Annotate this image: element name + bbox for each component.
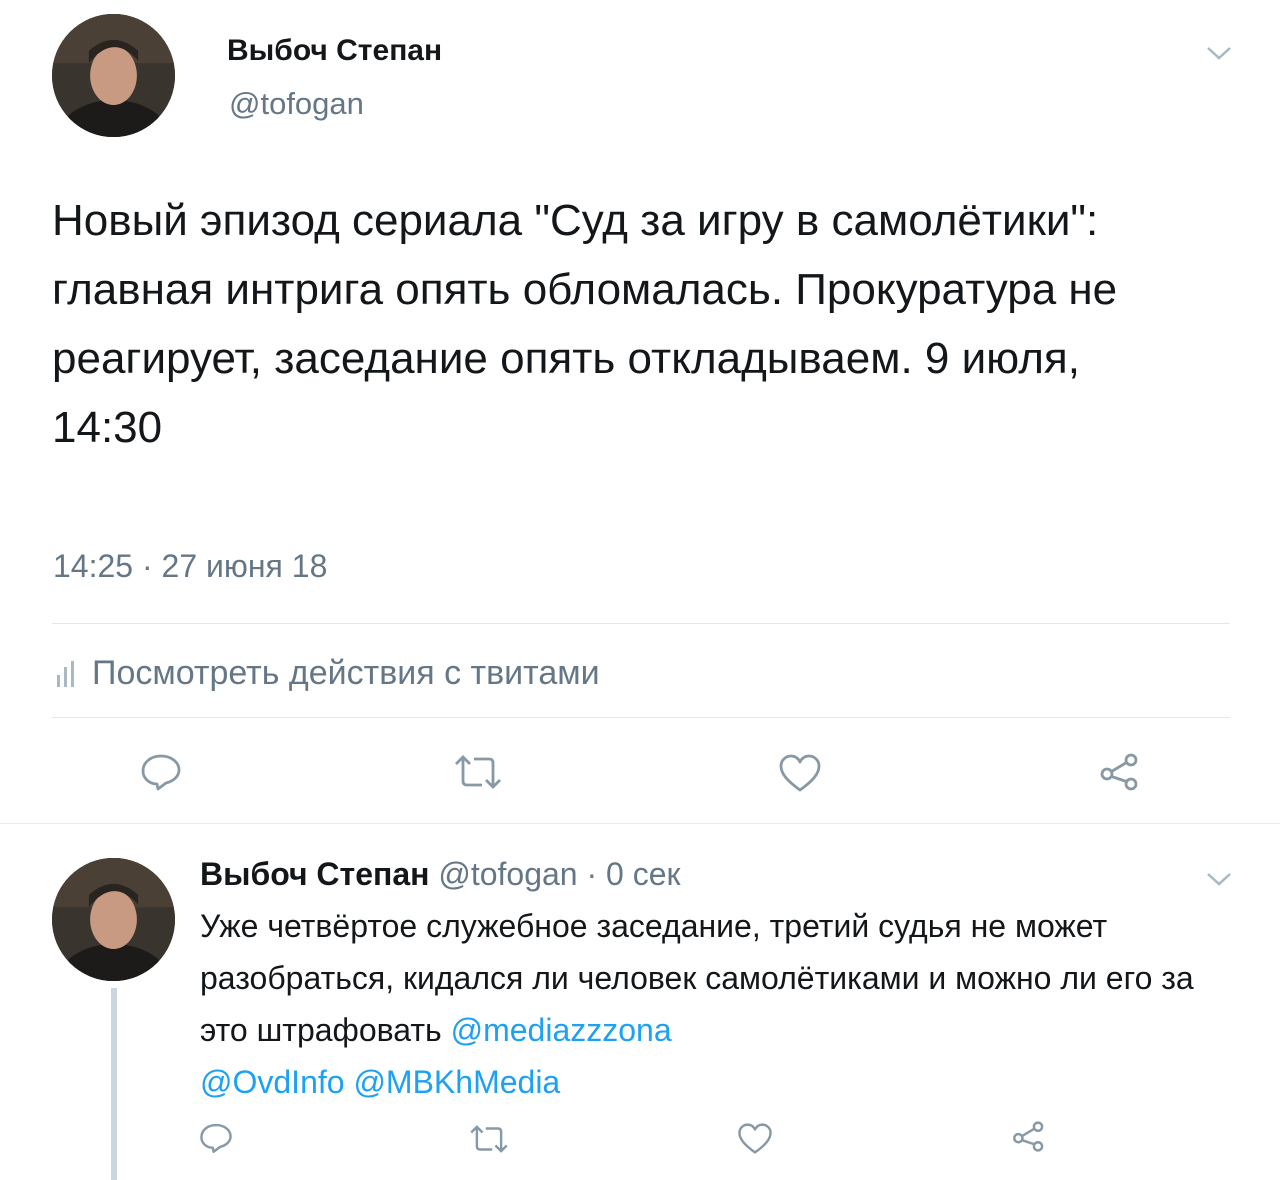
mention-link[interactable]: @mediazzzona	[451, 1012, 672, 1048]
reply-header: Выбоч Степан @tofogan · 0 сек	[200, 856, 681, 893]
divider	[52, 717, 1230, 718]
author-name[interactable]: Выбоч Степан	[200, 856, 429, 892]
retweet-icon[interactable]	[452, 754, 504, 790]
tweet-activity-link[interactable]: Посмотреть действия с твитами	[56, 654, 600, 693]
reply-body: Уже четвёртое служебное заседание, трети…	[200, 900, 1240, 1108]
avatar[interactable]	[52, 14, 175, 137]
share-icon[interactable]	[1011, 1120, 1047, 1153]
share-icon[interactable]	[1098, 752, 1142, 792]
author-name[interactable]: Выбоч Степан	[227, 34, 442, 68]
heart-icon[interactable]	[737, 1122, 773, 1155]
divider	[52, 623, 1230, 624]
avatar-photo	[52, 858, 175, 981]
avatar[interactable]	[52, 858, 175, 981]
reply-icon[interactable]	[140, 753, 182, 791]
tweet-activity-label: Посмотреть действия с твитами	[92, 654, 600, 692]
chevron-down-icon[interactable]	[1205, 44, 1233, 62]
bar-chart-icon	[56, 660, 76, 687]
thread-line	[111, 988, 117, 1180]
reply-icon[interactable]	[199, 1122, 233, 1154]
reply-text: Уже четвёртое служебное заседание, трети…	[200, 908, 1194, 1048]
mention-link[interactable]: @OvdInfo	[200, 1064, 345, 1100]
heart-icon[interactable]	[778, 753, 822, 793]
tweet-timestamp[interactable]: 14:25 · 27 июня 18	[53, 548, 327, 585]
chevron-down-icon[interactable]	[1205, 870, 1233, 888]
author-handle[interactable]: @tofogan	[438, 856, 577, 892]
retweet-icon[interactable]	[468, 1124, 510, 1154]
author-handle[interactable]: @tofogan	[229, 86, 364, 122]
tweet-text: Новый эпизод сериала "Суд за игру в само…	[52, 196, 1118, 452]
avatar-photo	[52, 14, 175, 137]
mention-link[interactable]: @MBKhMedia	[353, 1064, 560, 1100]
section-divider	[0, 823, 1280, 824]
meta-separator: ·	[577, 856, 607, 892]
reply-age[interactable]: 0 сек	[606, 856, 680, 892]
